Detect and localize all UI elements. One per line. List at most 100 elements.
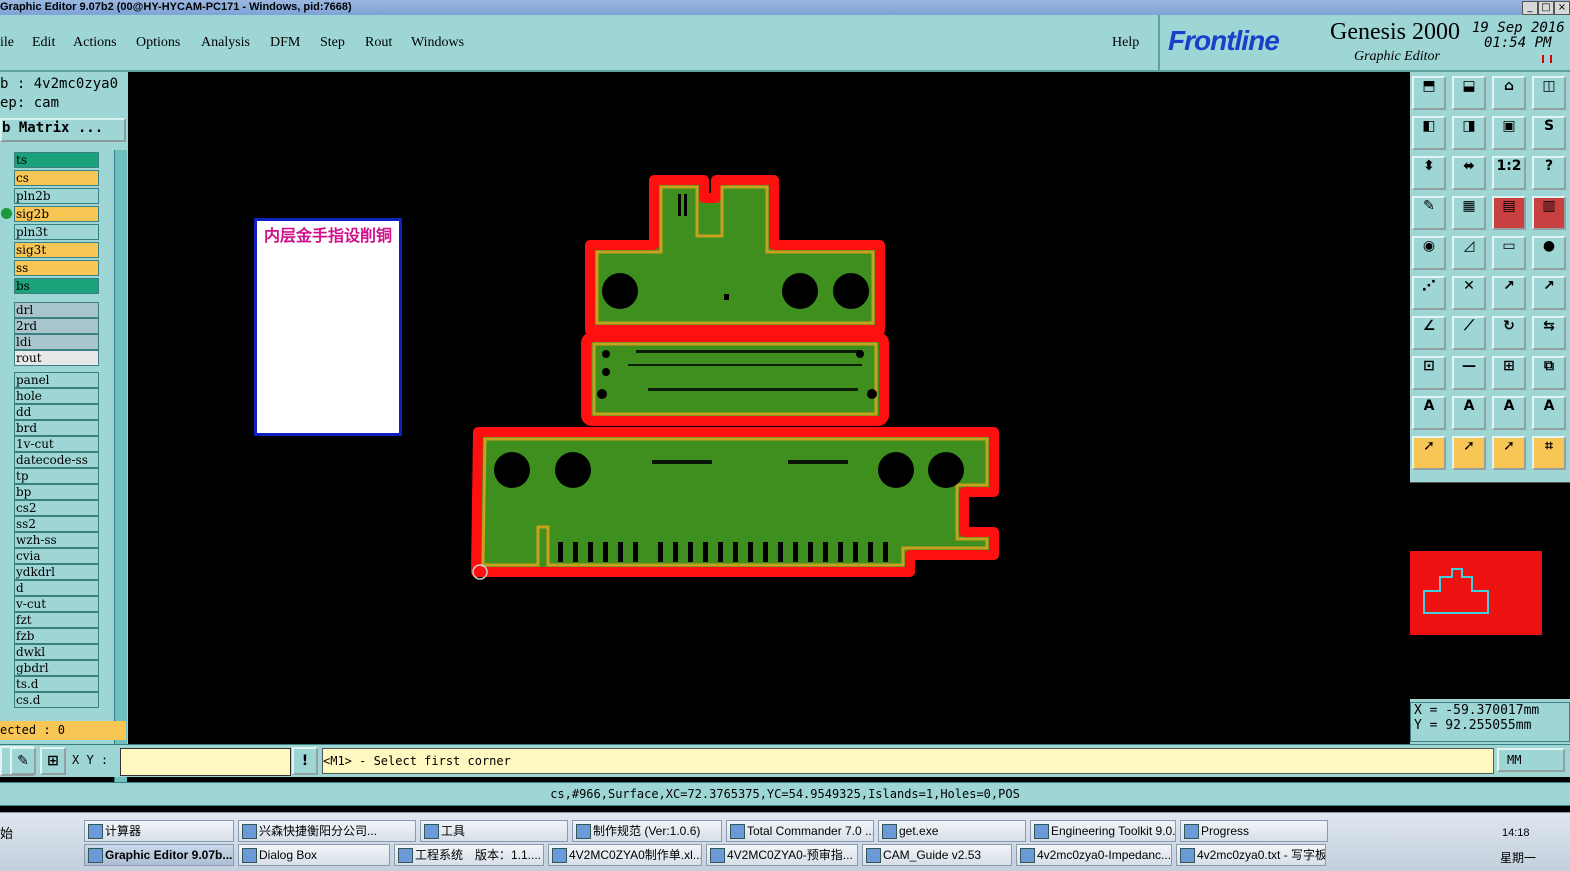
zoom-home-icon[interactable]: ⬒ (1412, 76, 1446, 110)
clock[interactable]: 14:18 (1502, 827, 1530, 839)
line-icon[interactable]: ◿ (1452, 236, 1486, 270)
box-select-icon[interactable]: ➚ (1492, 436, 1526, 470)
taskbar-button[interactable]: 计算器 (84, 820, 234, 842)
layer-row[interactable]: sig3t (14, 242, 99, 258)
layer-row[interactable]: brd (14, 420, 99, 436)
minus-icon[interactable]: — (1452, 356, 1486, 390)
menu-analysis[interactable]: Analysis (201, 35, 250, 51)
cross-icon[interactable]: ✕ (1452, 276, 1486, 310)
resize-icon[interactable]: ⊡ (1412, 356, 1446, 390)
taskbar-button[interactable]: 4V2MC0ZYA0-预审指... (706, 844, 858, 866)
taskbar-button[interactable]: 工具 (420, 820, 568, 842)
text-a-icon[interactable]: A (1412, 396, 1446, 430)
layer-row[interactable]: panel (14, 372, 99, 388)
menu-rout[interactable]: Rout (365, 35, 392, 51)
zoom-out-icon[interactable]: ⬌ (1452, 156, 1486, 190)
snap-icon[interactable]: S (1532, 116, 1566, 150)
menu-actions[interactable]: Actions (73, 35, 117, 51)
taskbar-button[interactable]: Engineering Toolkit 9.0... (1030, 820, 1176, 842)
layer-row[interactable]: sig2b (14, 206, 99, 222)
layer-row[interactable]: gbdrl (14, 660, 99, 676)
layer-row[interactable]: ydkdrl (14, 564, 99, 580)
layer-row[interactable]: wzh-ss (14, 532, 99, 548)
layer-row[interactable]: d (14, 580, 99, 596)
select-icon[interactable]: ➚ (1452, 436, 1486, 470)
warning-icon[interactable]: ! (292, 747, 318, 775)
layer-row[interactable]: bp (14, 484, 99, 500)
group-icon[interactable]: ⧉ (1532, 356, 1566, 390)
taskbar-button[interactable]: 制作规范 (Ver:1.0.6) (572, 820, 722, 842)
taskbar-button[interactable]: Total Commander 7.0 ... (726, 820, 874, 842)
unit-selector[interactable]: MM (1497, 748, 1565, 772)
text-c-icon[interactable]: A (1492, 396, 1526, 430)
taskbar-button[interactable]: CAM_Guide v2.53 (862, 844, 1012, 866)
menu-dfm[interactable]: DFM (270, 35, 300, 51)
rotate-icon[interactable]: ↻ (1492, 316, 1526, 350)
layer-row[interactable]: cs2 (14, 500, 99, 516)
menu-windows[interactable]: Windows (411, 35, 464, 51)
taskbar-button[interactable]: Graphic Editor 9.07b... (84, 844, 234, 866)
menu-options[interactable]: Options (136, 35, 180, 51)
view-icon[interactable]: ◫ (1532, 76, 1566, 110)
maximize-button[interactable]: □ (1538, 1, 1554, 15)
menu-edit[interactable]: Edit (32, 35, 55, 51)
layer-row[interactable]: ts (14, 152, 99, 168)
layer-row[interactable]: tp (14, 468, 99, 484)
layer-row[interactable]: fzb (14, 628, 99, 644)
diag-icon[interactable]: ⟋ (1452, 316, 1486, 350)
taskbar-button[interactable]: 4v2mc0zya0.txt - 写字板 (1176, 844, 1326, 866)
pointer-icon[interactable]: ➚ (1412, 436, 1446, 470)
frame-icon[interactable]: ⊞ (1492, 356, 1526, 390)
pan-right-icon[interactable]: ◨ (1452, 116, 1486, 150)
zoom-fit-icon[interactable]: ▣ (1492, 116, 1526, 150)
layer-row[interactable]: datecode-ss (14, 452, 99, 468)
home-icon[interactable]: ⌂ (1492, 76, 1526, 110)
mirror-icon[interactable]: ⇆ (1532, 316, 1566, 350)
grid-icon[interactable]: ▦ (1452, 196, 1486, 230)
layer-b-icon[interactable]: ▥ (1532, 196, 1566, 230)
query-icon[interactable]: ? (1532, 156, 1566, 190)
dot-icon[interactable]: ● (1532, 236, 1566, 270)
menu-help[interactable]: Help (1112, 35, 1139, 51)
text-d-icon[interactable]: A (1532, 396, 1566, 430)
layer-row[interactable]: drl (14, 302, 99, 318)
layer-a-icon[interactable]: ▤ (1492, 196, 1526, 230)
connect-icon[interactable]: ⋰ (1412, 276, 1446, 310)
taskbar-button[interactable]: get.exe (878, 820, 1026, 842)
layer-row[interactable]: dd (14, 404, 99, 420)
layer-row[interactable]: pln2b (14, 188, 99, 204)
preview-window[interactable] (1410, 482, 1570, 699)
taskbar-button[interactable]: Dialog Box (238, 844, 390, 866)
layer-row[interactable]: fzt (14, 612, 99, 628)
copy-icon[interactable]: ↗ (1532, 276, 1566, 310)
zoom-page-icon[interactable]: ⬓ (1452, 76, 1486, 110)
move-icon[interactable]: ↗ (1492, 276, 1526, 310)
taskbar-button[interactable]: 兴森快捷衡阳分公司... (238, 820, 416, 842)
layer-row[interactable]: hole (14, 388, 99, 404)
taskbar-button[interactable]: 工程系统 版本：1.1.... (394, 844, 544, 866)
taskbar-button[interactable]: 4V2MC0ZYA0制作单.xl... (548, 844, 702, 866)
measure-tool-icon[interactable]: ✎ (10, 747, 36, 775)
layer-row[interactable]: 1v-cut (14, 436, 99, 452)
layer-row[interactable]: ss (14, 260, 99, 276)
menu-step[interactable]: Step (320, 35, 345, 51)
minimize-button[interactable]: _ (1522, 1, 1538, 15)
taskbar-button[interactable]: 4v2mc0zya0-Impedanc... (1016, 844, 1172, 866)
layer-row[interactable]: cs.d (14, 692, 99, 708)
job-matrix-button[interactable]: b Matrix ... (0, 118, 126, 142)
pause-icon[interactable] (1542, 55, 1552, 63)
pad-icon[interactable]: ◉ (1412, 236, 1446, 270)
menu-file[interactable]: ile (0, 35, 14, 51)
slant-icon[interactable]: ∠ (1412, 316, 1446, 350)
xy-input[interactable] (120, 748, 291, 776)
layer-row[interactable]: cs (14, 170, 99, 186)
taskbar-button[interactable]: Progress (1180, 820, 1328, 842)
pan-left-icon[interactable]: ◧ (1412, 116, 1446, 150)
layer-row[interactable]: v-cut (14, 596, 99, 612)
layer-row[interactable]: 2rd (14, 318, 99, 334)
ruler-icon[interactable]: ▭ (1492, 236, 1526, 270)
net-icon[interactable]: ⌗ (1532, 436, 1566, 470)
layer-scrollbar[interactable] (114, 150, 127, 784)
layer-row[interactable]: dwkl (14, 644, 99, 660)
text-b-icon[interactable]: A (1452, 396, 1486, 430)
